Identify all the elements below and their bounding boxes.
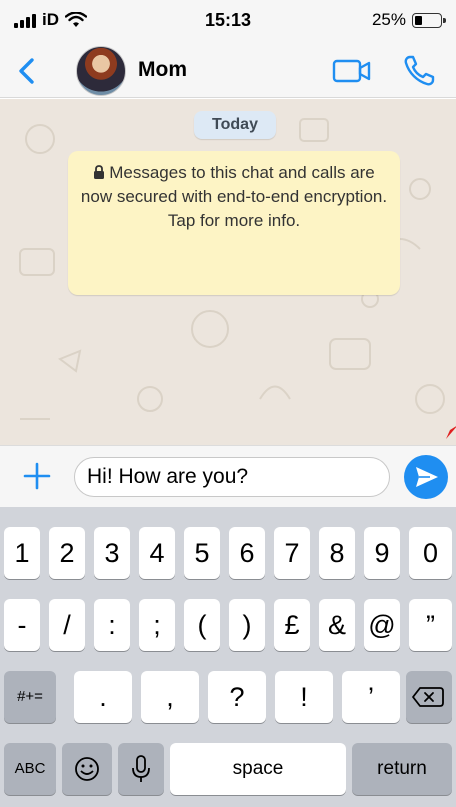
plus-icon[interactable]: [22, 461, 52, 491]
microphone-icon: [132, 755, 150, 782]
composer-bar: [0, 445, 456, 507]
key-hyphen[interactable]: -: [4, 599, 40, 651]
key-pound[interactable]: £: [274, 599, 310, 651]
date-divider: Today: [194, 111, 276, 139]
key-3[interactable]: 3: [94, 527, 130, 579]
key-colon[interactable]: :: [94, 599, 130, 651]
key-question[interactable]: ?: [208, 671, 266, 723]
key-space[interactable]: space: [170, 743, 346, 795]
key-slash[interactable]: /: [49, 599, 85, 651]
key-5[interactable]: 5: [184, 527, 220, 579]
key-7[interactable]: 7: [274, 527, 310, 579]
chat-area[interactable]: Today Messages to this chat and calls ar…: [0, 99, 456, 445]
key-4[interactable]: 4: [139, 527, 175, 579]
status-bar: iD 15:13 25%: [0, 0, 456, 44]
key-delete[interactable]: [406, 671, 452, 723]
key-exclamation[interactable]: !: [275, 671, 333, 723]
key-emoji[interactable]: [62, 743, 112, 795]
key-dictation[interactable]: [118, 743, 164, 795]
lock-icon: [94, 165, 105, 179]
message-input[interactable]: [74, 457, 390, 497]
key-semicolon[interactable]: ;: [139, 599, 175, 651]
battery-icon: [412, 12, 446, 28]
send-button[interactable]: [404, 455, 448, 499]
chat-header: Mom: [0, 44, 456, 98]
key-ampersand[interactable]: &: [319, 599, 355, 651]
delete-key-icon: [412, 687, 444, 707]
key-9[interactable]: 9: [364, 527, 400, 579]
key-quote[interactable]: ”: [409, 599, 452, 651]
pointer-arrow-icon: [446, 426, 456, 439]
avatar[interactable]: [76, 46, 126, 96]
send-icon: [416, 467, 438, 487]
keyboard: 1 2 3 4 5 6 7 8 9 0 - / : ; ( ) £ & @ ” …: [0, 507, 456, 807]
key-2[interactable]: 2: [49, 527, 85, 579]
key-comma[interactable]: ,: [141, 671, 199, 723]
contact-name[interactable]: Mom: [138, 58, 187, 82]
key-8[interactable]: 8: [319, 527, 355, 579]
battery-percent: 25%: [371, 10, 406, 29]
key-period[interactable]: .: [74, 671, 132, 723]
key-6[interactable]: 6: [229, 527, 265, 579]
emoji-icon: [75, 757, 99, 781]
key-more-symbols[interactable]: #+=: [4, 671, 56, 723]
status-right: 25%: [371, 10, 446, 30]
key-close-paren[interactable]: ): [229, 599, 265, 651]
key-abc[interactable]: ABC: [4, 743, 56, 795]
back-chevron-icon[interactable]: [14, 56, 40, 86]
key-1[interactable]: 1: [4, 527, 40, 579]
key-at[interactable]: @: [364, 599, 400, 651]
key-0[interactable]: 0: [409, 527, 452, 579]
phone-icon[interactable]: [402, 54, 436, 88]
encryption-notice-text: Messages to this chat and calls are now …: [80, 163, 388, 230]
key-apostrophe[interactable]: ’: [342, 671, 400, 723]
key-return[interactable]: return: [352, 743, 452, 795]
encryption-notice[interactable]: Messages to this chat and calls are now …: [68, 151, 400, 295]
video-call-icon[interactable]: [332, 58, 372, 84]
key-open-paren[interactable]: (: [184, 599, 220, 651]
